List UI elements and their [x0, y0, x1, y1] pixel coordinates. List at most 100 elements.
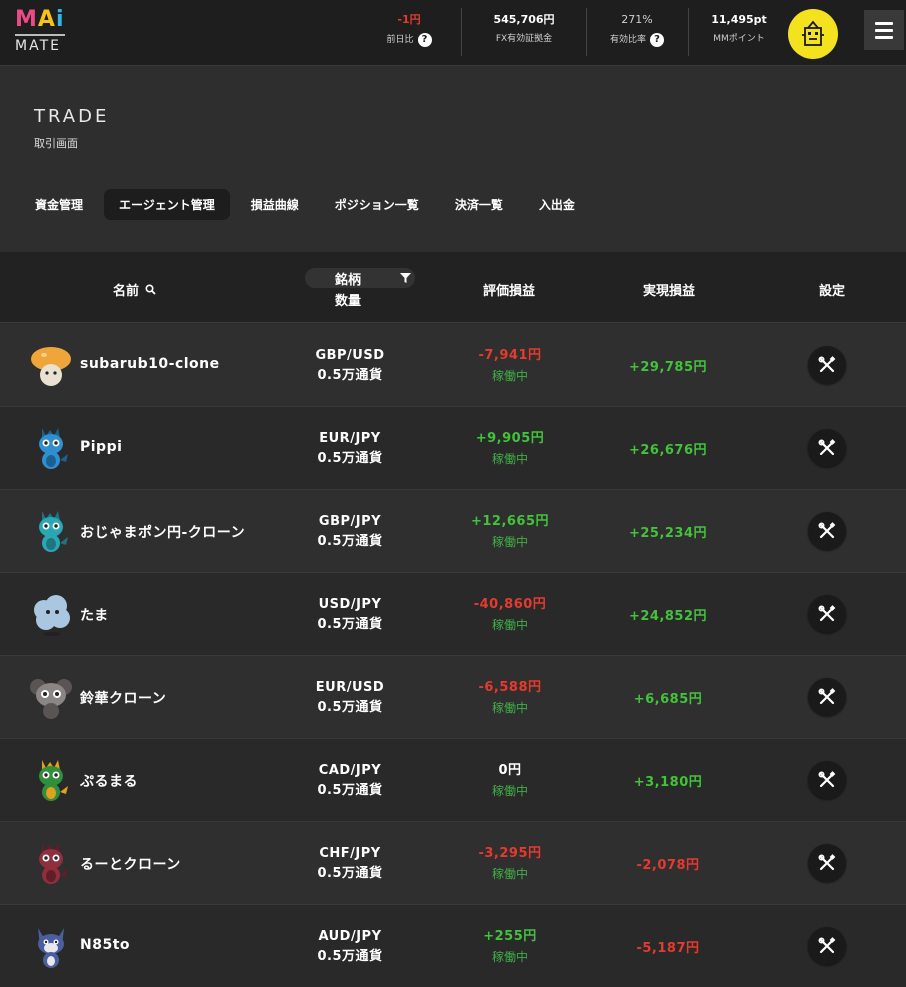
tab-agent-management[interactable]: エージェント管理 [104, 189, 230, 220]
green-dragon-character-icon [28, 756, 74, 804]
table-row[interactable]: Pippi EUR/JPY 0.5万通貨 +9,905円 稼働中 +26,676円 [0, 407, 906, 490]
quantity: 0.5万通貨 [317, 866, 383, 881]
eval-amount: +9,905円 [475, 431, 545, 446]
page-title: TRADE [34, 106, 110, 127]
realized-amount: -2,078円 [636, 858, 700, 873]
help-icon[interactable]: ? [417, 33, 432, 47]
tab-positions[interactable]: ポジション一覧 [320, 189, 434, 220]
filter-icon[interactable] [400, 273, 411, 283]
quantity: 0.5万通貨 [317, 451, 383, 466]
daily-change-value: -1円 [397, 13, 421, 26]
settings-button[interactable] [808, 429, 846, 467]
help-icon[interactable]: ? [650, 33, 664, 47]
tab-deposit-withdrawal[interactable]: 入出金 [524, 189, 590, 220]
quantity: 0.5万通貨 [317, 783, 383, 798]
hamburger-menu-button[interactable] [864, 10, 904, 50]
realized-pl-header: 実現損益 [643, 284, 696, 299]
realized-amount: +24,852円 [628, 609, 708, 624]
tab-settlements[interactable]: 決済一覧 [440, 189, 518, 220]
symbol: GBP/JPY [318, 514, 382, 529]
tools-icon [818, 771, 836, 788]
avatar-robot-icon [802, 20, 824, 46]
search-icon[interactable] [145, 284, 156, 295]
status-text: 稼働中 [491, 701, 528, 715]
symbol-cell: CAD/JPY 0.5万通貨 [270, 761, 430, 801]
eval-amount: 0円 [498, 763, 522, 778]
wolf-character-icon [28, 922, 74, 970]
stat-effective-margin: 545,706円 FX有効証拠金 [480, 12, 568, 45]
eval-cell: +12,665円 稼働中 [430, 512, 590, 552]
settings-button[interactable] [808, 678, 846, 716]
table-row[interactable]: ぷるまる CAD/JPY 0.5万通貨 0円 稼働中 +3,180円 [0, 739, 906, 822]
symbol-cell: AUD/JPY 0.5万通貨 [270, 927, 430, 967]
settings-button[interactable] [808, 595, 846, 633]
symbol: CAD/JPY [318, 763, 382, 778]
symbol-column-header[interactable]: 銘柄 数量 [305, 268, 415, 309]
table-header: 名前 銘柄 数量 評価損益 実現損益 設定 [0, 252, 906, 323]
tools-icon [818, 854, 836, 871]
name-header-label: 名前 [113, 284, 140, 299]
agent-name[interactable]: 鈴華クローン [80, 688, 166, 708]
settings-button[interactable] [808, 927, 846, 965]
agent-name[interactable]: おじゃまポン円-クローン [80, 522, 245, 542]
settings-button[interactable] [808, 512, 846, 550]
quantity: 0.5万通貨 [317, 700, 383, 715]
eval-cell: 0円 稼働中 [430, 761, 590, 801]
table-row[interactable]: たま USD/JPY 0.5万通貨 -40,860円 稼働中 +24,852円 [0, 573, 906, 656]
quantity: 0.5万通貨 [317, 368, 383, 383]
effective-ratio-label: 有効比率 [609, 35, 646, 45]
eval-amount: -40,860円 [473, 597, 547, 612]
agent-name[interactable]: N85to [80, 937, 130, 953]
agent-name[interactable]: たま [80, 605, 109, 625]
settings-button[interactable] [808, 844, 846, 882]
tools-icon [818, 688, 836, 705]
page-subtitle: 取引画面 [34, 137, 78, 150]
status-text: 稼働中 [491, 452, 528, 466]
daily-change-label: 前日比 [386, 35, 414, 45]
mouse-character-icon [28, 673, 74, 721]
teal-dragon-character-icon [28, 507, 74, 555]
table-row[interactable]: N85to AUD/JPY 0.5万通貨 +255円 稼働中 -5,187円 [0, 905, 906, 987]
eval-amount: -3,295円 [478, 846, 542, 861]
agent-name[interactable]: Pippi [80, 439, 122, 455]
blue-dragon-character-icon [28, 424, 74, 472]
settings-button[interactable] [808, 346, 846, 384]
mai-mate-logo[interactable]: MAi MATE [15, 8, 71, 56]
red-dragon-character-icon [28, 839, 74, 887]
agent-name[interactable]: ぷるまる [80, 771, 138, 791]
effective-margin-value: 545,706円 [493, 13, 555, 26]
logo-mate: MATE [15, 38, 61, 54]
page-header: TRADE 取引画面 資金管理 エージェント管理 損益曲線 ポジション一覧 決済… [0, 66, 906, 252]
symbol: USD/JPY [318, 597, 382, 612]
tab-fund-management[interactable]: 資金管理 [20, 189, 98, 220]
realized-amount: +26,676円 [628, 443, 708, 458]
symbol-cell: EUR/JPY 0.5万通貨 [270, 429, 430, 469]
quantity: 0.5万通貨 [317, 617, 383, 632]
settings-button[interactable] [808, 761, 846, 799]
table-row[interactable]: subarub10-clone GBP/USD 0.5万通貨 -7,941円 稼働中… [0, 324, 906, 407]
tools-icon [818, 356, 836, 373]
symbol: CHF/JPY [319, 846, 381, 861]
eval-cell: -7,941円 稼働中 [430, 346, 590, 386]
status-text: 稼働中 [491, 867, 528, 881]
eval-cell: +255円 稼働中 [430, 927, 590, 967]
table-row[interactable]: るーとクローン CHF/JPY 0.5万通貨 -3,295円 稼働中 -2,078円 [0, 822, 906, 905]
status-text: 稼働中 [491, 618, 528, 632]
realized-amount: +3,180円 [633, 775, 703, 790]
symbol: EUR/USD [315, 680, 385, 695]
agent-name[interactable]: るーとクローン [80, 854, 181, 874]
eval-pl-header: 評価損益 [483, 284, 536, 299]
eval-cell: -3,295円 稼働中 [430, 844, 590, 884]
eval-amount: +12,665円 [470, 514, 550, 529]
status-text: 稼働中 [491, 950, 528, 964]
agent-name[interactable]: subarub10-clone [80, 356, 220, 372]
status-text: 稼働中 [491, 535, 528, 549]
table-row[interactable]: おじゃまポン円-クローン GBP/JPY 0.5万通貨 +12,665円 稼働中 +… [0, 490, 906, 573]
logo-mai: MAi [15, 7, 65, 32]
user-avatar[interactable] [788, 9, 838, 59]
table-row[interactable]: 鈴華クローン EUR/USD 0.5万通貨 -6,588円 稼働中 +6,685円 [0, 656, 906, 739]
tools-icon [818, 605, 836, 622]
tab-bar: 資金管理 エージェント管理 損益曲線 ポジション一覧 決済一覧 入出金 [20, 189, 596, 220]
name-column-header[interactable]: 名前 [113, 280, 156, 299]
tab-pl-curve[interactable]: 損益曲線 [236, 189, 314, 220]
